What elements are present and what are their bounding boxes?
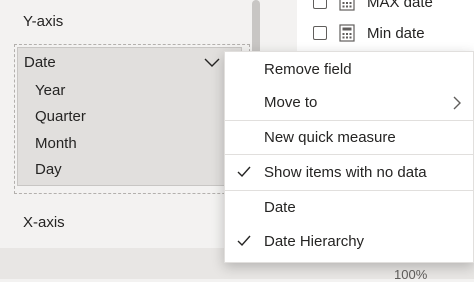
menu-item-label: Date Hierarchy [264, 233, 365, 250]
menu-item-label: Show items with no data [264, 164, 427, 181]
zoom-level[interactable]: 100% [394, 267, 427, 282]
menu-item-date-hierarchy[interactable]: Date Hierarchy [225, 225, 474, 258]
hierarchy-item-day[interactable]: Day [35, 161, 62, 178]
hierarchy-item-year[interactable]: Year [35, 82, 65, 99]
menu-item-move-to[interactable]: Move to [225, 86, 474, 119]
checkbox[interactable] [313, 26, 327, 40]
calculator-icon [339, 0, 355, 11]
chevron-down-icon[interactable] [204, 56, 220, 68]
field-label: MAX date [367, 0, 433, 11]
checkmark-icon [237, 235, 251, 247]
menu-item-date[interactable]: Date [225, 191, 474, 224]
xaxis-title: X-axis [23, 214, 65, 231]
menu-item-label: New quick measure [264, 129, 396, 146]
field-context-menu: Remove field Move to New quick measure S… [224, 51, 474, 263]
chevron-right-icon [453, 96, 461, 110]
calculator-icon [339, 24, 355, 42]
menu-item-label: Move to [264, 94, 318, 111]
field-label: Min date [367, 24, 425, 42]
menu-item-show-items-no-data[interactable]: Show items with no data [225, 156, 474, 189]
hierarchy-item-quarter[interactable]: Quarter [35, 108, 86, 125]
yaxis-title: Y-axis [23, 13, 64, 30]
field-item-min-date[interactable]: Min date [313, 21, 425, 45]
field-item-max-date[interactable]: MAX date [313, 0, 433, 14]
menu-item-label: Remove field [264, 61, 352, 78]
menu-item-remove-field[interactable]: Remove field [225, 53, 474, 86]
hierarchy-item-month[interactable]: Month [35, 135, 77, 152]
menu-separator [225, 154, 474, 155]
menu-item-new-quick-measure[interactable]: New quick measure [225, 121, 474, 154]
menu-item-label: Date [264, 199, 296, 216]
date-field-name: Date [24, 54, 56, 71]
checkbox[interactable] [313, 0, 327, 9]
checkmark-icon [237, 166, 251, 178]
date-field-card[interactable]: Date Year Quarter Month Day [17, 47, 242, 186]
